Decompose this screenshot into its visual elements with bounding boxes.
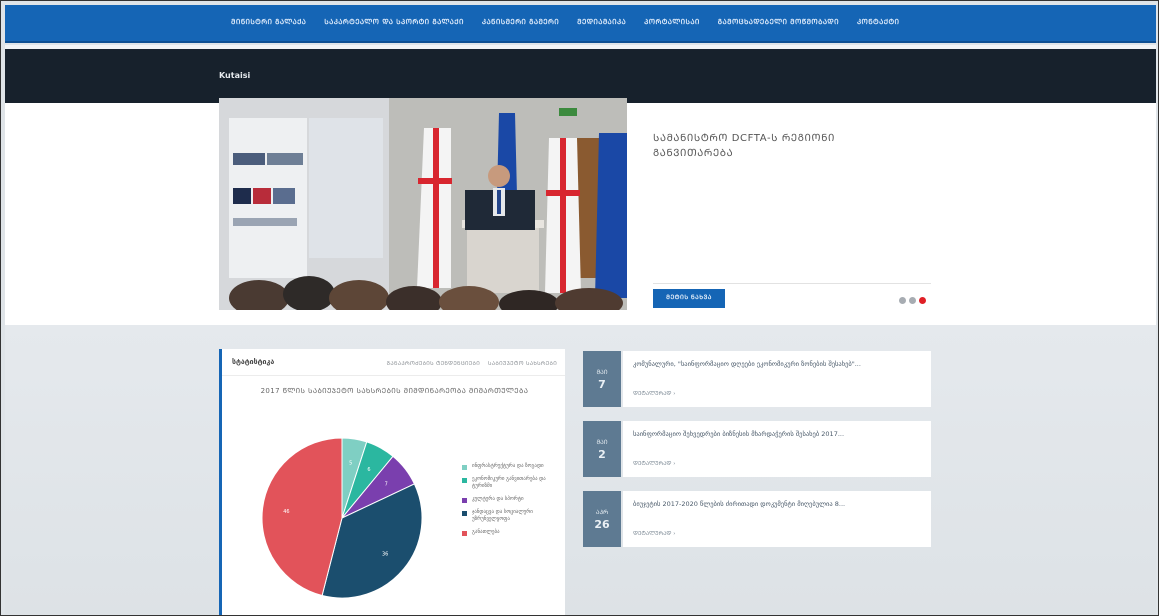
read-more-button[interactable]: ᲛᲔᲢᲘᲡ ᲜᲐᲮᲕᲐ <box>653 289 725 308</box>
chart-legend: ინფრასტრუქტურა და ზოგადი ეკონომიკური განვ… <box>462 463 562 542</box>
news-month: ᲛᲐᲘ <box>596 368 608 376</box>
news-body: კომუნალური, "საინფორმაციო დღეები ეკონომი… <box>623 351 931 407</box>
news-title[interactable]: კომუნალური, "საინფორმაციო დღეები ეკონომი… <box>633 360 925 368</box>
news-body: საინფორმაციო შეხვედრები ბიზნესის მხარდაჭ… <box>623 421 931 477</box>
news-date: ᲐᲞᲠ 26 <box>583 491 621 547</box>
nav-item-portal[interactable]: ᲞᲝᲠᲢᲐᲚᲘᲡᲐᲘ <box>644 18 700 27</box>
news-date: ᲛᲐᲘ 2 <box>583 421 621 477</box>
legend-swatch <box>462 498 467 503</box>
news-item[interactable]: ᲛᲐᲘ 7 კომუნალური, "საინფორმაციო დღეები ე… <box>583 351 931 407</box>
legend-item[interactable]: განათლება <box>462 529 562 536</box>
pie-slice-value: 46 <box>283 509 289 515</box>
news-day: 26 <box>594 517 610 531</box>
pie-slice-value: 36 <box>382 552 388 558</box>
news-date: ᲛᲐᲘ 7 <box>583 351 621 407</box>
site-header: Kutaisi <box>5 49 1156 103</box>
pie-slice-value: 5 <box>349 461 352 467</box>
nav-item-minister[interactable]: ᲛᲘᲜᲘᲡᲢᲠᲘ ᲒᲐᲚᲐᲥᲐ <box>231 18 306 27</box>
page-frame: ᲛᲘᲜᲘᲡᲢᲠᲘ ᲒᲐᲚᲐᲥᲐ ᲡᲐᲙᲐᲠᲢᲔᲐᲚᲝ ᲓᲐ ᲡᲞᲝᲠᲢᲘ ᲒᲐᲚ… <box>0 0 1159 616</box>
nav-menu: ᲛᲘᲜᲘᲡᲢᲠᲘ ᲒᲐᲚᲐᲥᲐ ᲡᲐᲙᲐᲠᲢᲔᲐᲚᲝ ᲓᲐ ᲡᲞᲝᲠᲢᲘ ᲒᲐᲚ… <box>231 18 899 27</box>
legend-item[interactable]: ეკონომიკური განვითარება და ტურიზმი <box>462 476 562 490</box>
content-background <box>5 325 1156 615</box>
legend-label: ჯანდაცვა და სოციალური უზრუნველყოფა <box>472 509 533 522</box>
legend-label: კულტურა და სპორტი <box>472 496 524 502</box>
news-day: 2 <box>598 447 606 461</box>
news-more-link[interactable]: ᲓᲔᲢᲐᲚᲣᲠᲐᲓ › <box>633 459 675 467</box>
nav-item-sport[interactable]: ᲡᲐᲙᲐᲠᲢᲔᲐᲚᲝ ᲓᲐ ᲡᲞᲝᲠᲢᲘ ᲒᲐᲚᲐᲥᲘ <box>324 18 464 27</box>
news-month: ᲐᲞᲠ <box>595 508 609 516</box>
nav-item-announcements[interactable]: ᲒᲐᲛᲝᲪᲮᲐᲓᲔᲑᲔᲚᲘ ᲛᲝᲬᲛᲝᲑᲐᲓᲘ <box>718 18 839 27</box>
hero-title[interactable]: ᲡᲐᲛᲐᲜᲘᲡᲢᲠᲝ DCFTA-Ს ᲠᲔᲒᲘᲝᲜᲘ ᲒᲐᲜᲕᲘᲗᲐᲠᲔᲑᲐ <box>653 131 893 161</box>
news-more-link[interactable]: ᲓᲔᲢᲐᲚᲣᲠᲐᲓ › <box>633 389 675 397</box>
news-more-link[interactable]: ᲓᲔᲢᲐᲚᲣᲠᲐᲓ › <box>633 529 675 537</box>
legend-swatch <box>462 478 467 483</box>
slide-dot-1[interactable] <box>899 297 906 304</box>
legend-label: განათლება <box>472 529 500 535</box>
site-brand[interactable]: Kutaisi <box>219 71 250 80</box>
nav-item-media[interactable]: ᲛᲔᲓᲘᲐᲛᲐᲘᲙᲐ <box>577 18 626 27</box>
news-item[interactable]: ᲐᲞᲠ 26 ბიუჯეტის 2017-2020 წლების ძირითად… <box>583 491 931 547</box>
statistics-card: სტატისტიკა ᲒᲐᲜᲐᲞᲠᲝᲫᲔᲑᲘᲡ ᲢᲔᲜᲓᲔᲜᲪᲘᲔᲑᲘ ᲡᲐᲑᲘ… <box>219 349 565 615</box>
slider-pagination <box>899 297 926 304</box>
news-title[interactable]: ბიუჯეტის 2017-2020 წლების ძირითადი დოკუმ… <box>633 500 925 508</box>
conference-photo <box>219 98 627 310</box>
legend-swatch <box>462 511 467 516</box>
nav-item-chancellery[interactable]: ᲙᲐᲜᲘᲡᲛᲔᲠᲘ ᲒᲐᲛᲔᲠᲘ <box>482 18 559 27</box>
legend-item[interactable]: ინფრასტრუქტურა და ზოგადი <box>462 463 562 470</box>
news-month: ᲛᲐᲘ <box>596 438 608 446</box>
legend-label: ეკონომიკური განვითარება და ტურიზმი <box>472 476 546 489</box>
legend-label: ინფრასტრუქტურა და ზოგადი <box>472 463 544 469</box>
news-day: 7 <box>598 377 606 391</box>
legend-item[interactable]: ჯანდაცვა და სოციალური უზრუნველყოფა <box>462 509 562 523</box>
pie-slice-value: 6 <box>367 467 370 473</box>
news-title[interactable]: საინფორმაციო შეხვედრები ბიზნესის მხარდაჭ… <box>633 430 925 438</box>
legend-swatch <box>462 465 467 470</box>
slide-dot-2[interactable] <box>909 297 916 304</box>
hero-divider <box>653 283 931 284</box>
pie-slice-value: 7 <box>385 482 388 488</box>
slide-dot-3-active[interactable] <box>919 297 926 304</box>
nav-item-contact[interactable]: ᲙᲝᲜᲢᲐᲥᲢᲘ <box>857 18 899 27</box>
news-body: ბიუჯეტის 2017-2020 წლების ძირითადი დოკუმ… <box>623 491 931 547</box>
legend-item[interactable]: კულტურა და სპორტი <box>462 496 562 503</box>
hero-image[interactable] <box>219 98 627 310</box>
news-item[interactable]: ᲛᲐᲘ 2 საინფორმაციო შეხვედრები ბიზნესის მ… <box>583 421 931 477</box>
top-navigation: ᲛᲘᲜᲘᲡᲢᲠᲘ ᲒᲐᲚᲐᲥᲐ ᲡᲐᲙᲐᲠᲢᲔᲐᲚᲝ ᲓᲐ ᲡᲞᲝᲠᲢᲘ ᲒᲐᲚ… <box>5 5 1156 43</box>
legend-swatch <box>462 531 467 536</box>
